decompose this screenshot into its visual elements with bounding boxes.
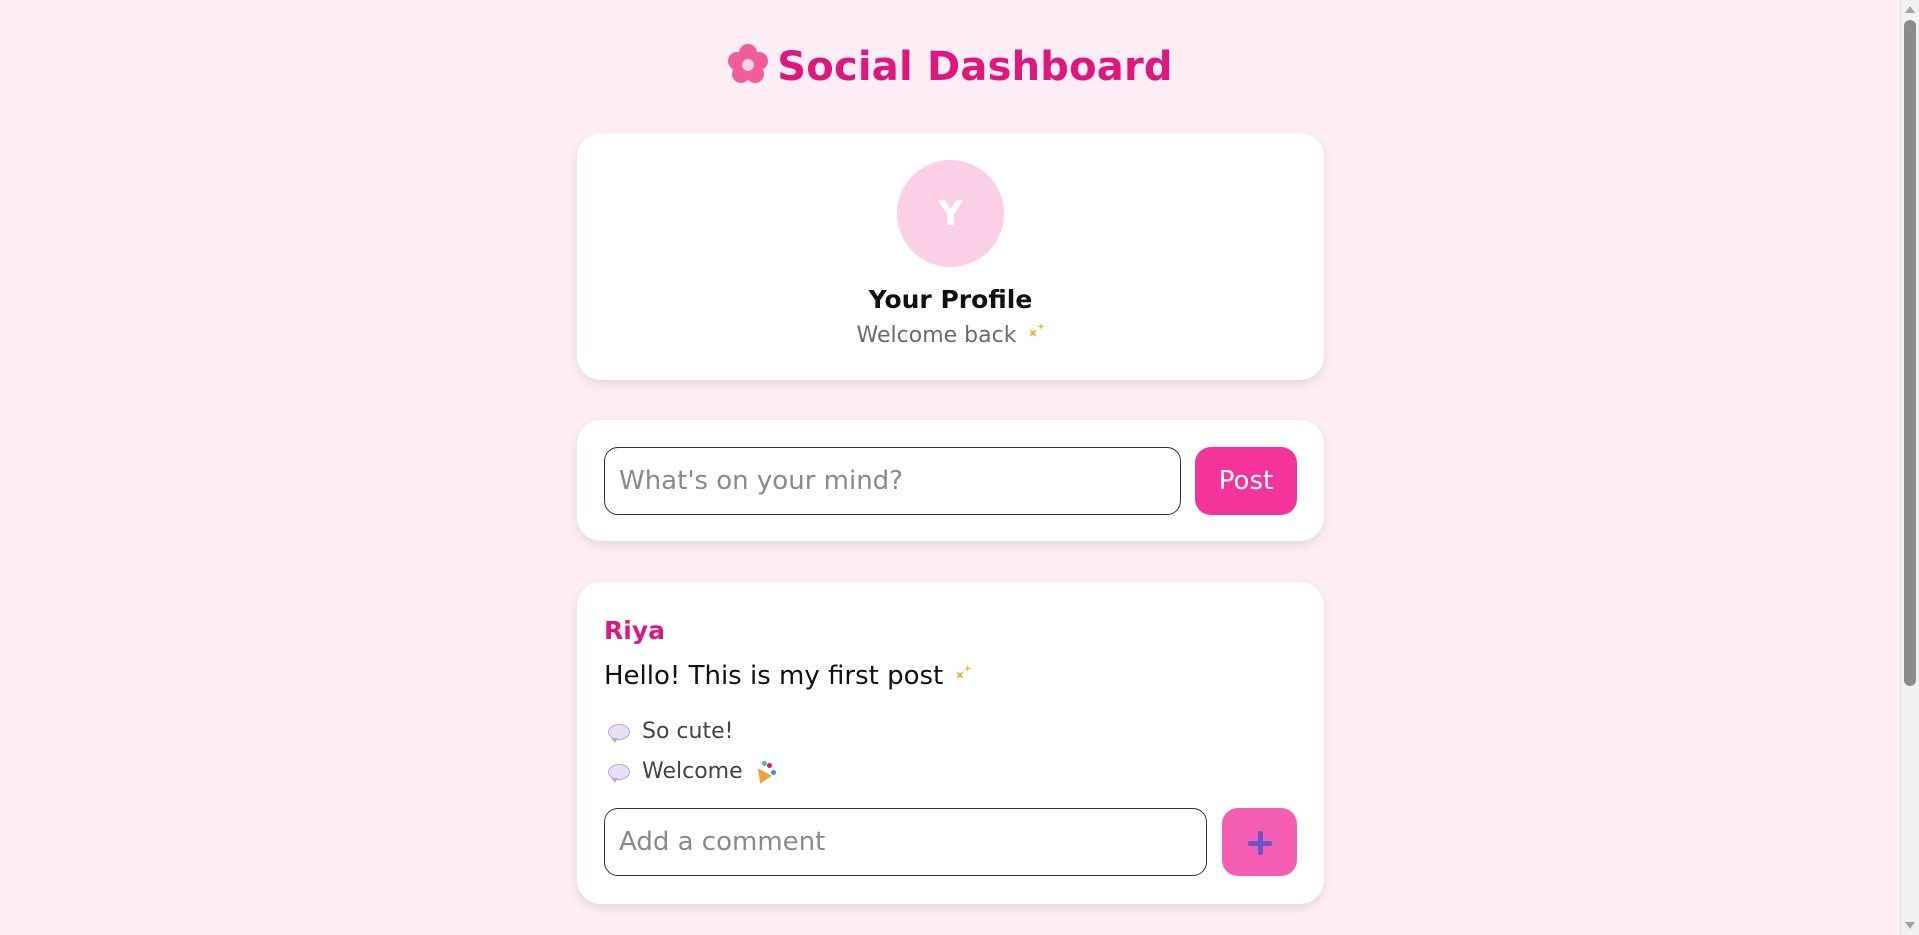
page-viewport: Social Dashboard Y Your Profile Welcome … [0,0,1900,935]
post-input[interactable] [604,447,1181,515]
sparkles-icon [949,665,972,687]
add-comment-button[interactable] [1222,808,1297,876]
party-popper-icon [751,760,776,784]
speech-bubble-icon [608,723,630,743]
plus-icon [1248,831,1272,855]
cherry-blossom-icon [727,44,769,86]
vertical-scrollbar[interactable] [1900,0,1919,935]
comment-item: Welcome [608,759,776,784]
profile-subtitle: Welcome back [577,323,1324,348]
post-card: Riya Hello! This is my first post So cut… [577,582,1324,904]
comment-item: So cute! [608,719,733,744]
comment-text: So cute! [642,719,734,744]
post-body: Hello! This is my first post [604,661,972,691]
avatar[interactable]: Y [897,160,1004,267]
post-author: Riya [604,616,665,645]
page-title: Social Dashboard [0,44,1900,90]
post-body-text: Hello! This is my first post [604,661,944,691]
profile-card: Y Your Profile Welcome back [577,133,1324,380]
speech-bubble-icon [608,763,630,783]
scroll-down-arrow-icon[interactable] [1905,922,1915,929]
post-composer: Post [577,420,1324,541]
profile-subtitle-text: Welcome back [856,323,1017,348]
scrollbar-thumb[interactable] [1904,20,1916,686]
post-button[interactable]: Post [1195,447,1297,515]
profile-name: Your Profile [868,285,1033,314]
comment-text: Welcome [642,759,743,784]
page-title-text: Social Dashboard [777,44,1173,90]
comment-input[interactable] [604,808,1207,876]
scroll-up-arrow-icon[interactable] [1905,6,1915,13]
sparkles-icon [1022,323,1045,345]
